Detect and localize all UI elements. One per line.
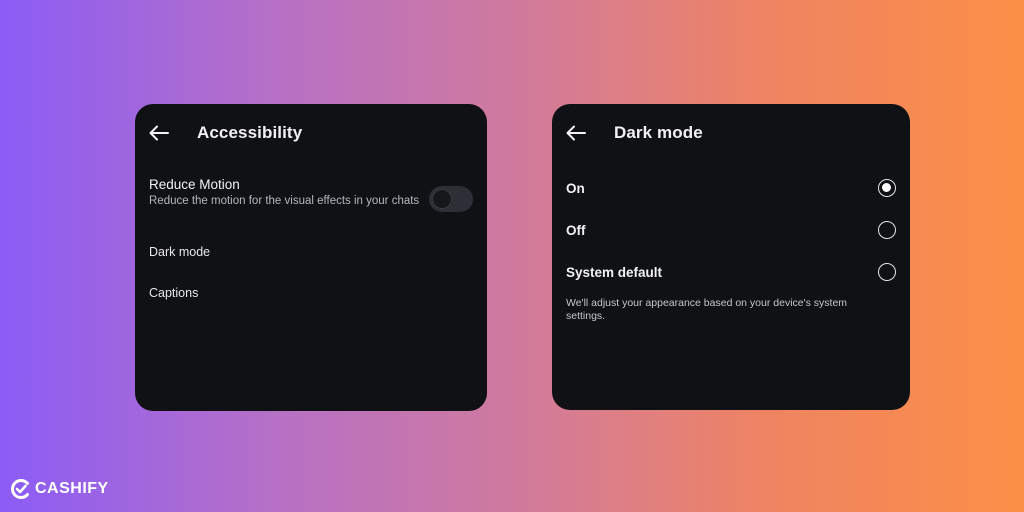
dark-mode-option-on[interactable]: On [566,176,896,200]
radio-button[interactable] [878,221,896,239]
accessibility-panel: Accessibility Reduce Motion Reduce the m… [135,104,487,411]
dark-mode-header: Dark mode [566,121,896,145]
reduce-motion-setting: Reduce Motion Reduce the motion for the … [149,177,429,208]
radio-button[interactable] [878,263,896,281]
reduce-motion-label: Reduce Motion [149,177,240,192]
captions-menu-item[interactable]: Captions [149,286,198,300]
dark-mode-menu-item[interactable]: Dark mode [149,245,210,259]
page-title: Dark mode [614,123,703,142]
toggle-knob [432,189,452,209]
option-label: Off [566,222,586,238]
dark-mode-panel: Dark mode On Off System default We'll ad… [552,104,910,410]
option-label: On [566,180,585,196]
logo-text: CASHIFY [35,480,109,497]
cashify-logo: CASHIFY [10,477,109,501]
radio-button-selected[interactable] [878,179,896,197]
dark-mode-option-off[interactable]: Off [566,218,896,242]
back-button[interactable] [566,123,586,143]
reduce-motion-toggle[interactable] [429,186,473,212]
system-default-note: We'll adjust your appearance based on yo… [566,297,848,322]
cashify-logo-icon [10,478,32,500]
dark-mode-option-system-default[interactable]: System default [566,260,896,284]
back-button[interactable] [149,123,169,143]
option-label: System default [566,264,663,280]
accessibility-header: Accessibility [149,121,473,145]
arrow-left-icon [149,125,169,141]
arrow-left-icon [566,125,586,141]
page-title: Accessibility [197,123,303,142]
reduce-motion-description: Reduce the motion for the visual effects… [149,195,420,207]
